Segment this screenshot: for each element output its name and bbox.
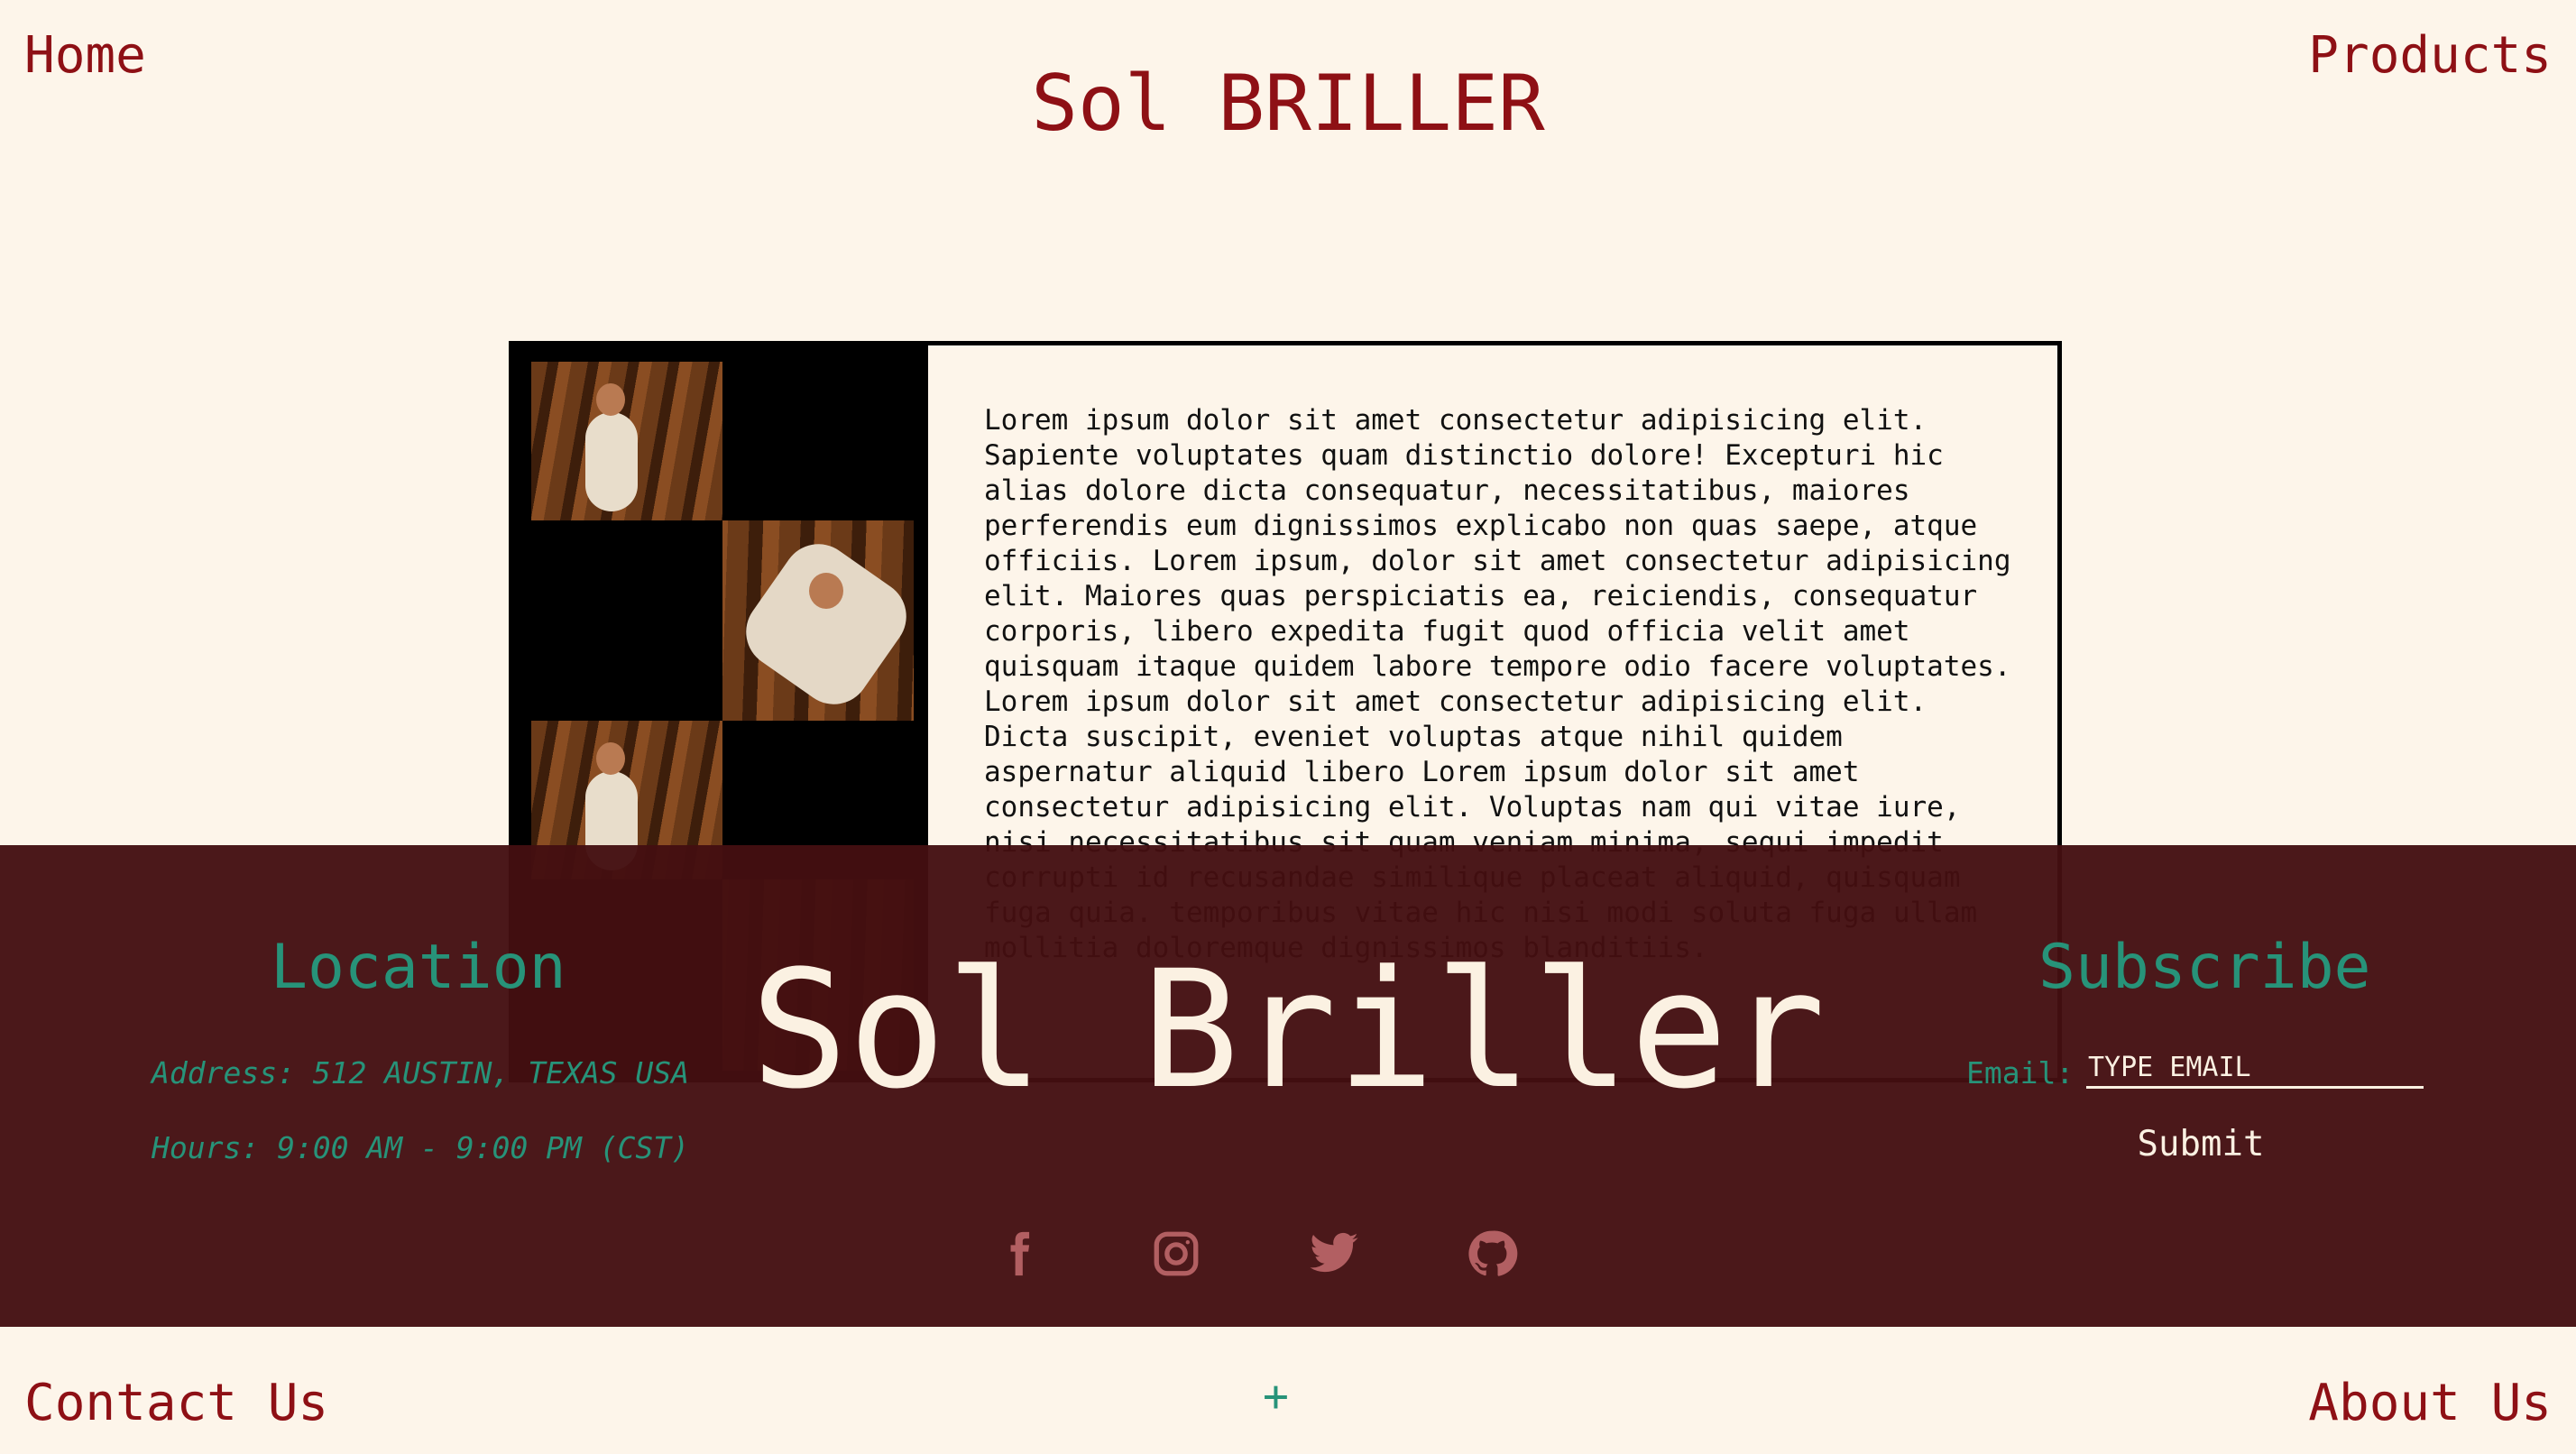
submit-button[interactable]: Submit — [2102, 1123, 2300, 1165]
nav-contact-link[interactable]: Contact Us — [24, 1378, 328, 1429]
photo-man-lounging — [722, 520, 914, 721]
address-text: Address: 512 AUSTIN, TEXAS USA — [152, 1055, 690, 1090]
subscribe-heading: Subscribe — [2038, 932, 2371, 1003]
facebook-icon[interactable] — [992, 1228, 1044, 1280]
twitter-icon[interactable] — [1308, 1228, 1360, 1280]
page-title: Sol BRILLER — [1031, 59, 1545, 149]
email-input[interactable] — [2086, 1049, 2424, 1089]
footer: Location Sol Briller Subscribe Address: … — [0, 845, 2576, 1327]
plus-icon[interactable]: + — [1263, 1371, 1289, 1422]
email-label: Email: — [1966, 1055, 2075, 1090]
hours-text: Hours: 9:00 AM - 9:00 PM (CST) — [152, 1130, 690, 1165]
nav-about-link[interactable]: About Us — [2308, 1378, 2552, 1429]
instagram-icon[interactable] — [1150, 1228, 1202, 1280]
photo-man-standing — [531, 362, 722, 520]
github-icon[interactable] — [1466, 1228, 1518, 1280]
